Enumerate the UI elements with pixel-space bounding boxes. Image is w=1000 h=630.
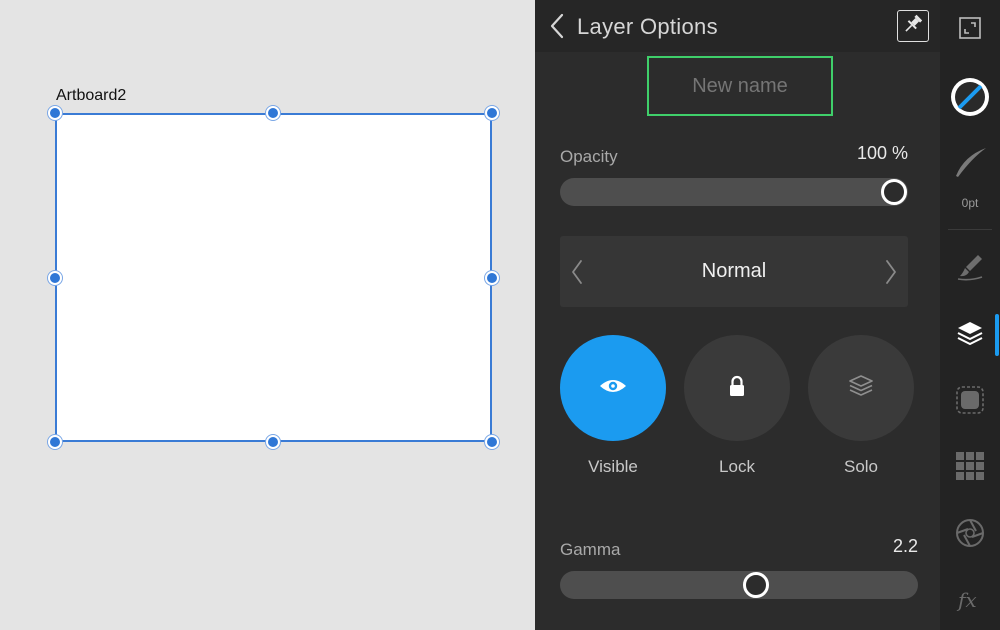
fx-button[interactable]: fx xyxy=(940,582,1000,622)
active-tool-indicator xyxy=(995,314,999,356)
tool-divider xyxy=(948,229,992,230)
opacity-label: Opacity xyxy=(560,147,618,166)
layer-name-input[interactable] xyxy=(647,56,833,116)
lock-label: Lock xyxy=(719,457,755,476)
gamma-label: Gamma xyxy=(560,540,621,559)
fx-icon: fx xyxy=(954,586,986,619)
brush-tool-button[interactable] xyxy=(940,248,1000,290)
gamma-value: 2.2 xyxy=(892,536,918,556)
chevron-right-icon[interactable] xyxy=(884,259,898,285)
visible-label: Visible xyxy=(588,457,638,476)
chevron-left-icon[interactable] xyxy=(547,12,569,40)
grid-tool-button[interactable] xyxy=(940,447,1000,489)
resize-handle-bottom-left[interactable] xyxy=(48,435,62,449)
aperture-icon xyxy=(954,517,986,554)
pin-button[interactable] xyxy=(897,10,929,42)
layer-options-panel: Layer Options Opacity 100 % Normal xyxy=(535,0,940,630)
fullscreen-icon xyxy=(957,15,983,46)
svg-text:fx: fx xyxy=(956,588,977,612)
paintbrush-icon xyxy=(954,251,986,288)
panel-header: Layer Options xyxy=(535,0,940,52)
visible-toggle[interactable] xyxy=(560,335,666,441)
resize-handle-top-right[interactable] xyxy=(485,106,499,120)
opacity-value: 100 % xyxy=(856,143,908,163)
blend-mode-label[interactable]: Normal xyxy=(560,260,908,283)
stroke-style-button[interactable] xyxy=(940,142,1000,186)
artboard[interactable] xyxy=(55,113,492,442)
layers-tool-button[interactable] xyxy=(940,314,1000,356)
brush-stroke-icon xyxy=(950,142,990,187)
solo-toggle[interactable] xyxy=(808,335,914,441)
resize-handle-top-left[interactable] xyxy=(48,106,62,120)
lock-icon xyxy=(728,375,746,402)
canvas-area[interactable]: Artboard2 xyxy=(0,0,535,630)
eye-icon xyxy=(598,376,628,401)
pin-icon xyxy=(902,13,924,40)
stroke-width-label: 0pt xyxy=(961,196,979,210)
resize-handle-middle-right[interactable] xyxy=(485,271,499,285)
no-fill-color-icon xyxy=(948,75,992,124)
gamma-slider-knob[interactable] xyxy=(742,572,769,598)
lock-toggle[interactable] xyxy=(684,335,790,441)
resize-handle-bottom-center[interactable] xyxy=(266,435,280,449)
solo-label: Solo xyxy=(843,457,879,476)
gamma-slider[interactable] xyxy=(560,571,918,599)
resize-handle-middle-left[interactable] xyxy=(48,271,62,285)
resize-handle-top-center[interactable] xyxy=(266,106,280,120)
blend-mode-selector: Normal xyxy=(560,236,908,307)
selection-square-icon xyxy=(954,384,986,421)
fill-stroke-color-button[interactable] xyxy=(940,74,1000,124)
layers-icon xyxy=(955,318,985,353)
artboard-name-label: Artboard2 xyxy=(56,87,127,104)
color-adjustment-button[interactable] xyxy=(940,514,1000,556)
resize-handle-bottom-right[interactable] xyxy=(485,435,499,449)
opacity-slider-knob[interactable] xyxy=(881,179,907,205)
panel-title: Layer Options xyxy=(577,14,718,39)
effects-tool-button[interactable] xyxy=(940,381,1000,423)
fullscreen-button[interactable] xyxy=(940,12,1000,48)
layers-icon xyxy=(848,373,874,404)
grid-icon xyxy=(954,450,986,487)
opacity-slider[interactable] xyxy=(560,178,908,206)
